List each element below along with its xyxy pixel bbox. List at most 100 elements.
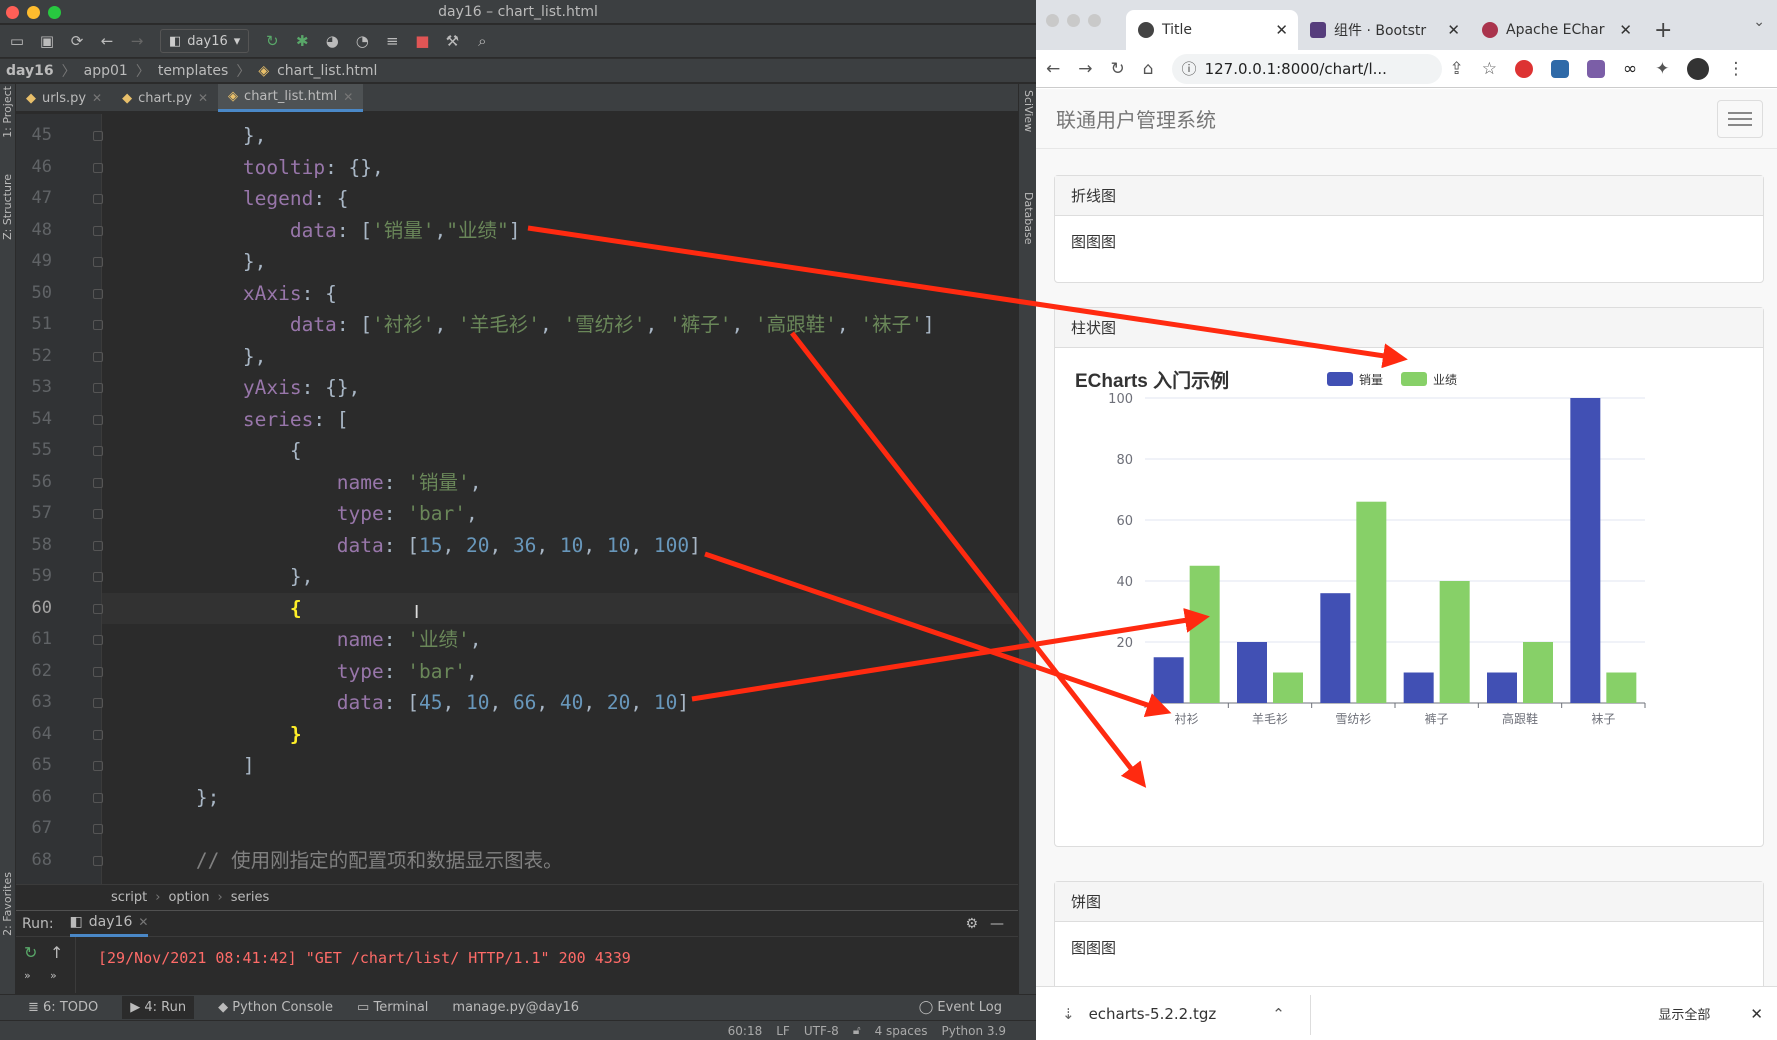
new-tab-button[interactable]: + [1642, 10, 1672, 50]
wrench-icon[interactable]: ⚒ [439, 28, 465, 54]
download-file-name[interactable]: echarts-5.2.2.tgz [1089, 1005, 1217, 1023]
url-text[interactable]: 127.0.0.1:8000/chart/l... [1205, 60, 1387, 78]
close-icon[interactable]: ✕ [1619, 21, 1632, 39]
show-all-downloads[interactable]: 显示全部 [1658, 1004, 1710, 1023]
code-line[interactable] [102, 813, 1018, 845]
code-line[interactable]: data: ['衬衫', '羊毛衫', '雪纺衫', '裤子', '高跟鞋', … [102, 309, 1018, 341]
close-icon[interactable]: ✕ [343, 90, 353, 104]
code-line[interactable]: }, [102, 246, 1018, 278]
profile-icon[interactable]: ◔ [349, 28, 375, 54]
manage-py-tab[interactable]: manage.py@day16 [452, 1000, 579, 1015]
fold-marker-icon[interactable] [93, 131, 103, 141]
tool-favorites[interactable]: 2: Favorites [1, 872, 15, 936]
chevron-up-icon[interactable]: ⌃ [1272, 1005, 1285, 1023]
close-icon[interactable]: ✕ [1750, 1005, 1763, 1023]
fold-marker-icon[interactable] [93, 792, 103, 803]
maximize-window-button[interactable] [48, 6, 61, 19]
code-line[interactable]: type: 'bar', [102, 498, 1018, 530]
fold-marker-icon[interactable] [93, 540, 103, 551]
fold-marker-icon[interactable] [93, 603, 103, 614]
code-line[interactable]: }, [102, 120, 1018, 152]
close-icon[interactable]: ✕ [92, 91, 102, 105]
run-tool-tab[interactable]: ▶ 4: Run [122, 996, 195, 1019]
more-icon[interactable]: » [24, 969, 31, 982]
maximize-window-button[interactable] [1088, 14, 1101, 27]
tool-sciview[interactable]: SciView [1021, 90, 1035, 132]
code-editor[interactable]: }, tooltip: {}, legend: { data: ['销量',"业… [102, 114, 1018, 884]
forward-arrow-icon[interactable]: → [1078, 59, 1092, 79]
event-log-tab[interactable]: ◯ Event Log [919, 1000, 1002, 1015]
fold-marker-icon[interactable] [93, 698, 103, 708]
tab-chart-list-html[interactable]: ◈ chart_list.html ✕ [218, 84, 364, 112]
more-icon[interactable]: » [50, 969, 57, 982]
code-line[interactable]: }, [102, 561, 1018, 593]
code-line[interactable]: { [102, 435, 1018, 467]
status-interpreter[interactable]: Python 3.9 [942, 1024, 1007, 1038]
browser-tab-echarts[interactable]: Apache EChar ✕ [1470, 10, 1642, 50]
site-brand[interactable]: 联通用户管理系统 [1056, 104, 1216, 133]
fold-marker-icon[interactable] [93, 761, 103, 771]
code-line[interactable]: type: 'bar', [102, 656, 1018, 688]
browser-tab-title[interactable]: Title ✕ [1126, 10, 1298, 50]
menu-dots-icon[interactable]: ⋮ [1727, 59, 1744, 79]
fold-marker-icon[interactable] [93, 351, 103, 362]
code-line[interactable]: }, [102, 341, 1018, 373]
close-window-button[interactable] [6, 6, 19, 19]
code-crumb-script[interactable]: script [111, 890, 147, 905]
code-line[interactable]: yAxis: {}, [102, 372, 1018, 404]
code-line[interactable]: } [102, 719, 1018, 751]
status-encoding[interactable]: UTF-8 [804, 1024, 839, 1038]
fold-marker-icon[interactable] [93, 572, 103, 582]
fold-marker-icon[interactable] [93, 635, 103, 645]
infinity-extension-icon[interactable]: ∞ [1623, 59, 1637, 79]
python-console-tab[interactable]: ◆ Python Console [218, 1000, 333, 1015]
fold-marker-icon[interactable] [93, 729, 103, 740]
code-line[interactable]: xAxis: { [102, 278, 1018, 310]
browser-tab-bootstrap[interactable]: 组件 · Bootstr ✕ [1298, 10, 1470, 50]
code-line[interactable]: legend: { [102, 183, 1018, 215]
code-line[interactable]: { [102, 592, 1018, 624]
save-icon[interactable]: ▣ [34, 28, 60, 54]
debug-icon[interactable]: ✱ [289, 28, 315, 54]
status-caret-position[interactable]: 60:18 [728, 1024, 763, 1038]
code-line[interactable]: data: [15, 20, 36, 10, 10, 100] [102, 530, 1018, 562]
code-crumb-series[interactable]: series [231, 890, 270, 905]
tool-structure[interactable]: Z: Structure [1, 174, 15, 240]
fold-marker-icon[interactable] [93, 320, 103, 330]
stop-icon[interactable]: ■ [409, 28, 435, 54]
fold-marker-icon[interactable] [93, 855, 103, 866]
back-arrow-icon[interactable]: ← [1046, 59, 1060, 79]
fold-marker-icon[interactable] [93, 446, 103, 456]
code-line[interactable]: name: '业绩', [102, 624, 1018, 656]
status-line-separator[interactable]: LF [776, 1024, 790, 1038]
fold-marker-icon[interactable] [93, 824, 103, 834]
close-icon[interactable]: ✕ [198, 91, 208, 105]
fold-marker-icon[interactable] [93, 666, 103, 677]
puzzle-icon[interactable]: ✦ [1655, 59, 1669, 79]
minimize-icon[interactable]: — [990, 916, 1004, 932]
info-icon[interactable]: ⓘ [1182, 58, 1197, 79]
tab-search-icon[interactable]: ⌄ [1753, 14, 1765, 30]
fold-marker-icon[interactable] [93, 194, 103, 204]
hamburger-menu-icon[interactable] [1717, 99, 1763, 138]
close-window-button[interactable] [1046, 14, 1059, 27]
lock-icon[interactable]: 🔓︎ [853, 1023, 861, 1038]
close-icon[interactable]: ✕ [1275, 21, 1288, 39]
code-line[interactable]: data: [45, 10, 66, 40, 20, 10] [102, 687, 1018, 719]
back-arrow-icon[interactable]: ← [94, 28, 120, 54]
breadcrumb-file[interactable]: chart_list.html [277, 63, 377, 79]
fold-marker-icon[interactable] [93, 414, 103, 425]
bar-chart[interactable]: ECharts 入门示例 销量 业绩 100 80 60 40 20 衬衫 羊毛衫 雪纺衫 裤子 高跟鞋… [1055, 350, 1763, 846]
concurrency-icon[interactable]: ≡ [379, 28, 405, 54]
forward-arrow-icon[interactable]: → [124, 28, 150, 54]
minimize-window-button[interactable] [1067, 14, 1080, 27]
rerun-icon[interactable]: ↻ [24, 943, 37, 962]
run-tab-day16[interactable]: ◧ day16 ✕ [69, 911, 149, 937]
search-icon[interactable]: ⌕ [469, 28, 495, 54]
address-bar[interactable]: ⓘ 127.0.0.1:8000/chart/l... [1171, 53, 1442, 84]
breadcrumb-folder[interactable]: templates [158, 63, 229, 79]
fold-marker-icon[interactable] [93, 477, 103, 488]
status-indent[interactable]: 4 spaces [875, 1024, 928, 1038]
code-line[interactable]: // 使用刚指定的配置项和数据显示图表。 [102, 845, 1018, 877]
breadcrumb-app[interactable]: app01 [84, 63, 128, 79]
